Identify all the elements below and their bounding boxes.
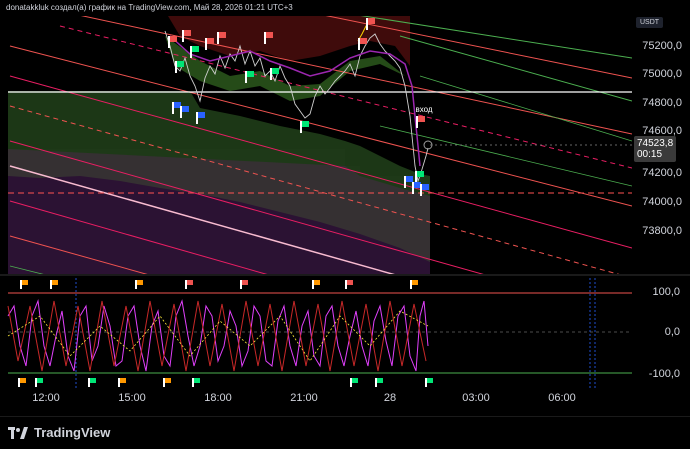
price-axis-label: 75200,0: [642, 40, 682, 52]
green-flag-icon: [350, 378, 358, 387]
oscillator-line-yellow: [7, 310, 429, 362]
orange-flag-icon: [20, 280, 28, 289]
oscillator-pane: [7, 278, 632, 388]
price-axis-label: 74800,0: [642, 97, 682, 109]
green-flag-icon: [270, 68, 279, 80]
entry-annotation: вход: [415, 105, 432, 114]
orange-flag-icon: [118, 378, 126, 387]
current-price-value: 74523,8: [637, 138, 674, 149]
time-axis-label: 03:00: [462, 392, 490, 404]
time-axis-label: 18:00: [204, 392, 232, 404]
time-axis-label: 12:00: [32, 392, 60, 404]
time-axis-label: 28: [383, 392, 397, 404]
price-axis-label: 73800,0: [642, 225, 682, 237]
current-price-tag: 74523,8 00:15: [634, 136, 677, 162]
time-axis-label: 06:00: [548, 392, 576, 404]
candle-countdown: 00:15: [637, 149, 663, 160]
orange-flag-icon: [18, 378, 26, 387]
orange-flag-icon: [50, 280, 58, 289]
tradingview-logo-icon: [8, 426, 28, 439]
price-axis-label: 74000,0: [642, 196, 682, 208]
time-axis[interactable]: 12:00 15:00 18:00 21:00 28 03:00 06:00: [0, 389, 632, 407]
chart-title: donatakkluk создал(а) график на TradingV…: [6, 3, 293, 12]
green-flag-icon: [425, 378, 433, 387]
oscillator-axis-label: 100,0: [652, 286, 680, 298]
green-flag-icon: [35, 378, 43, 387]
main-chart[interactable]: вход: [0, 16, 690, 416]
tradingview-logo[interactable]: TradingView: [8, 425, 110, 440]
brand-name: TradingView: [34, 425, 111, 440]
price-axis-label: 74200,0: [642, 167, 682, 179]
red-flag-icon: [185, 280, 193, 289]
orange-flag-icon: [410, 280, 418, 289]
green-flag-icon: [375, 378, 383, 387]
time-axis-label: 15:00: [118, 392, 146, 404]
red-flag-icon: [345, 280, 353, 289]
oscillator-axis-label: 0,0: [664, 326, 680, 338]
orange-flag-icon: [312, 280, 320, 289]
red-flag-icon: [358, 38, 367, 50]
oscillator-line-red: [7, 300, 427, 372]
green-flag-icon: [192, 378, 200, 387]
green-flag-icon: [88, 378, 96, 387]
orange-flag-icon: [163, 378, 171, 387]
orange-flag-icon: [135, 280, 143, 289]
green-flag-icon: [175, 61, 184, 73]
price-axis-label: 75000,0: [642, 68, 682, 80]
red-flag-icon: [416, 116, 425, 128]
red-flag-icon: [240, 280, 248, 289]
oscillator-axis-label: -100,0: [648, 368, 680, 380]
price-axis[interactable]: 75200,0 75000,0 74800,0 74600,0 74200,0 …: [632, 16, 690, 416]
time-axis-label: 21:00: [290, 392, 318, 404]
footer: TradingView: [0, 416, 690, 449]
osc-flags: [18, 280, 433, 387]
